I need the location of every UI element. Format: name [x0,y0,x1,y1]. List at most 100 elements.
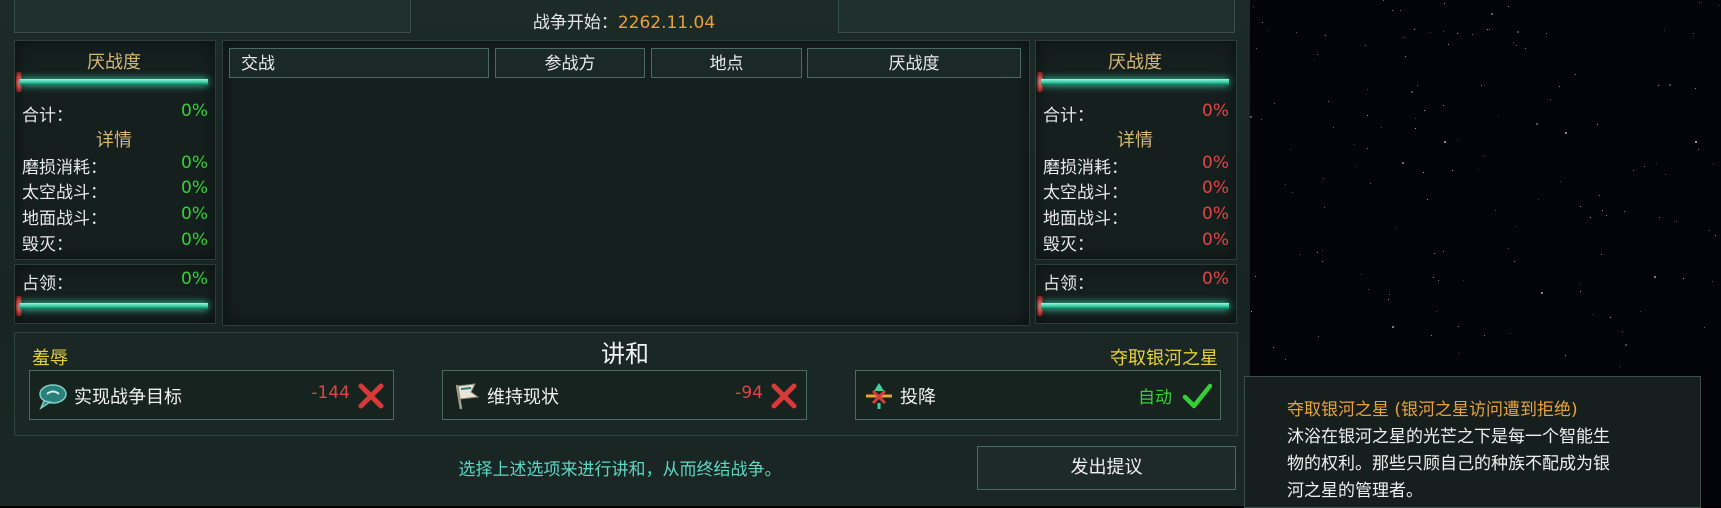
star [1368,289,1369,290]
star [1255,276,1256,277]
star [1712,281,1713,282]
right-row-value: 0% [1202,204,1229,224]
star [1333,127,1334,128]
left-banner [14,0,411,33]
star [1560,181,1561,182]
star [1580,291,1581,292]
star [1472,34,1473,35]
enforce-war-goal-button[interactable]: 实现战争目标 -144 [29,370,394,420]
star [1448,44,1449,45]
star [1415,128,1416,129]
star [1318,336,1319,337]
option-label: 投降 [900,387,936,408]
left-row-value: 0% [181,153,208,173]
tooltip: 夺取银河之星 (银河之星访问遭到拒绝) 沐浴在银河之星的光芒之下是每一个智能生 … [1244,376,1701,508]
star [1404,37,1405,38]
star [1285,359,1286,360]
star [1405,56,1406,57]
star [1579,283,1580,284]
star [1483,155,1484,156]
star [1602,210,1603,211]
star [1541,292,1543,294]
star [1381,127,1382,128]
star [1458,353,1459,354]
star [1550,99,1551,100]
star [1693,33,1694,34]
star [1498,116,1499,117]
star [1610,317,1611,318]
star [1433,277,1434,278]
battles-table [222,40,1030,326]
war-start-date: 2262.11.04 [617,13,716,33]
star [1424,110,1425,111]
star [1262,22,1263,23]
star [1415,118,1416,119]
column-header-participants[interactable]: 参战方 [495,48,645,78]
star [1292,192,1293,193]
tooltip-line: 物的权利。那些只顾自己的种族不配成为银 [1287,454,1610,474]
right-details-title: 详情 [1117,130,1153,151]
star [1606,215,1607,216]
star [1698,149,1699,150]
star [1525,48,1526,49]
star [1590,217,1591,218]
star [1367,89,1368,90]
star [1365,45,1366,46]
star [1633,170,1634,171]
star [1719,5,1720,6]
white-flag-icon [455,383,480,410]
star [1285,184,1286,185]
star [1389,294,1390,295]
star [1314,60,1315,61]
star [1458,326,1459,327]
star [1328,101,1329,102]
star [1601,254,1602,255]
star [1565,355,1566,356]
column-header-location[interactable]: 地点 [651,48,802,78]
left-row-label: 毁灭： [22,235,73,255]
unavailable-x-icon [358,383,384,409]
star [1683,278,1684,279]
star [1622,331,1623,332]
star [1434,253,1435,254]
left-occupation-value: 0% [181,269,208,289]
surrender-button[interactable]: 投降 自动 [855,370,1221,420]
star [1704,327,1705,328]
star [1625,344,1627,346]
star [1253,6,1254,7]
star [1487,29,1488,30]
star [1444,141,1446,143]
left-row-label: 太空战斗： [22,183,107,203]
star [1438,280,1439,281]
check-icon [1182,383,1212,409]
column-header-battle[interactable]: 交战 [229,48,489,78]
right-occupation-label: 占领： [1043,274,1094,294]
right-row-label: 太空战斗： [1043,183,1128,203]
propose-button[interactable]: 发出提议 [977,446,1236,490]
star [1508,248,1509,249]
left-row-value: 0% [181,178,208,198]
right-occupation-value: 0% [1202,269,1229,289]
star [1709,230,1710,231]
star [1481,85,1482,86]
star [1274,103,1275,104]
star [1463,280,1464,281]
star [1367,148,1368,149]
peace-title: 讲和 [601,340,649,368]
war-panel: 战争开始：2262.11.04 厌战度 合计： 0% 详情 磨损消耗： 0% 太… [0,0,1250,506]
star [1431,335,1432,336]
star [1536,123,1538,125]
column-header-weariness[interactable]: 厌战度 [807,48,1021,78]
right-row-label: 毁灭： [1043,235,1094,255]
surrender-icon [866,383,892,409]
right-total-label: 合计： [1043,106,1094,126]
left-row-label: 地面战斗： [22,209,107,229]
left-details-title: 详情 [96,130,132,151]
right-total-value: 0% [1202,101,1229,121]
status-quo-button[interactable]: 维持现状 -94 [442,370,807,420]
option-cost: -144 [311,383,350,403]
left-total-value: 0% [181,101,208,121]
left-occupation-label: 占领： [22,274,73,294]
star [1664,30,1665,31]
left-row-value: 0% [181,230,208,250]
